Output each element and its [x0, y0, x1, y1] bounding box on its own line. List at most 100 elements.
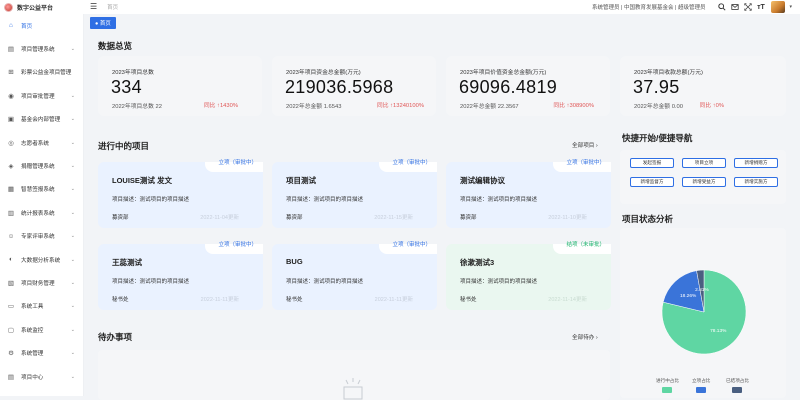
project-card[interactable]: 立项（审批中） LOUISE测试 发文 项目描述：测试项目的项目描述 募资部 2… — [98, 160, 263, 228]
pie-label: 78.13% — [710, 328, 727, 334]
legend-label: 立项占比 — [692, 378, 711, 383]
quick-add-supervisor-button[interactable]: 新增监督方 — [630, 177, 674, 187]
sidebar-item-project-management[interactable]: ▤ 项目管理系统 ⌄ — [0, 37, 83, 60]
tab-home[interactable]: ● 首页 — [90, 16, 116, 29]
quick-add-donor-button[interactable]: 新增捐赠方 — [734, 158, 778, 168]
quick-start-sign-button[interactable]: 发起签报 — [630, 158, 674, 168]
change-value: ↑1430% — [217, 103, 238, 109]
sidebar-item-label: 专家评审系统 — [21, 234, 55, 241]
user-info: 系统管理员 | 中国教育发展基金会 | 超级管理员 — [592, 5, 706, 11]
chart-icon: ▥ — [7, 209, 15, 217]
empty-box-icon — [343, 378, 363, 400]
monitor-icon: ▢ — [7, 326, 15, 334]
project-date: 2022-11-14更新 — [548, 297, 587, 303]
change-prefix: 同比 — [203, 103, 216, 109]
projects-title: 进行中的项目 — [98, 141, 150, 151]
sidebar-item-system[interactable]: ⚙ 系统管理 ⌄ — [0, 341, 83, 364]
hamburger-menu-icon[interactable]: ☰ — [90, 3, 97, 11]
project-desc: 项目描述：测试项目的项目描述 — [112, 279, 190, 285]
all-projects-link[interactable]: 全部项目 › — [572, 141, 598, 149]
sidebar-item-approval[interactable]: ◉ 项目审批管理 ⌄ — [0, 84, 83, 107]
sidebar-item-center[interactable]: ▤ 项目中心 ⌄ — [0, 365, 83, 388]
project-desc: 项目描述：测试项目的项目描述 — [286, 197, 364, 203]
change-prefix: 同比 — [376, 103, 389, 109]
search-icon[interactable] — [717, 3, 726, 12]
project-dept: 秘书处 — [460, 297, 477, 303]
project-date: 2022-11-10更新 — [548, 215, 587, 221]
project-status: 立项（审批中） — [392, 160, 431, 166]
legend-item-closed[interactable]: 已结项占比 — [726, 378, 749, 393]
file-icon: ▤ — [7, 46, 15, 54]
project-status: 立项（审批中） — [218, 242, 257, 248]
breadcrumb[interactable]: 首页 — [107, 3, 118, 11]
fullscreen-icon[interactable] — [743, 3, 752, 12]
project-card[interactable]: 结项（未审批） 徐漱测试3 项目描述：测试项目的项目描述 秘书处 2022-11… — [446, 242, 611, 310]
project-name: BUG — [286, 257, 303, 266]
chevron-down-icon: ⌄ — [70, 233, 75, 240]
project-desc: 项目描述：测试项目的项目描述 — [460, 279, 538, 285]
font-size-icon[interactable]: тT — [756, 3, 765, 12]
legend-item-in-progress[interactable]: 进行中占比 — [656, 378, 679, 393]
chevron-down-icon: ⌄ — [70, 209, 75, 216]
sidebar-item-volunteer[interactable]: ◎ 志愿者系统 ⌄ — [0, 131, 83, 154]
chevron-down-icon: ⌄ — [70, 92, 75, 99]
sidebar-item-label: 志愿者系统 — [21, 140, 49, 147]
status-chart-panel: 78.13% 18.26% 2.81% 进行中占比 立项占比 已结项占比 — [620, 228, 786, 398]
sidebar-item-home[interactable]: ⌂ 首页 — [0, 14, 83, 37]
sidebar-item-label: 统计报表系统 — [21, 210, 55, 217]
sidebar-item-label: 首页 — [21, 23, 33, 30]
stat-label: 2023年项目价值资金总金额(万元) — [460, 70, 547, 76]
quick-title: 快捷开始/便捷导航 — [622, 133, 693, 143]
quick-panel: 发起签报 项目立项 新增捐赠方 新增监督方 新增受益方 新增实施方 — [620, 150, 786, 204]
project-card[interactable]: 立项（审批中） 项目测试 项目描述：测试项目的项目描述 募资部 2022-11-… — [272, 160, 437, 228]
overview-title: 数据总览 — [98, 41, 133, 51]
sidebar-item-donation[interactable]: ◈ 捐赠管理系统 ⌄ — [0, 154, 83, 177]
project-card[interactable]: 立项（审批中） 测试编辑协议 项目描述：测试项目的项目描述 募资部 2022-1… — [446, 160, 611, 228]
sidebar-item-label: 系统管理 — [21, 351, 44, 358]
sidebar-item-finance[interactable]: ▧ 项目财务管理 ⌄ — [0, 271, 83, 294]
legend-label: 已结项占比 — [726, 378, 749, 383]
project-desc: 项目描述：测试项目的项目描述 — [112, 197, 190, 203]
quick-add-implementer-button[interactable]: 新增实施方 — [734, 177, 778, 187]
project-dept: 募资部 — [112, 215, 129, 221]
sidebar-item-foundation[interactable]: ▣ 基金会内部管理 ⌄ — [0, 108, 83, 131]
sidebar-item-monitor[interactable]: ▢ 系统监控 ⌄ — [0, 318, 83, 341]
sidebar-item-lottery[interactable]: ⊞ 彩票公益金项目管理 — [0, 61, 83, 84]
volunteer-icon: ◎ — [8, 139, 14, 147]
sidebar-item-label: 智慧签报系统 — [21, 187, 55, 194]
quick-project-setup-button[interactable]: 项目立项 — [682, 158, 726, 168]
ticket-icon: ⊞ — [8, 69, 14, 77]
quick-add-beneficiary-button[interactable]: 新增受益方 — [682, 177, 726, 187]
all-todo-link[interactable]: 全部待办 › — [572, 333, 598, 341]
avatar[interactable] — [771, 1, 786, 13]
sidebar-item-sign[interactable]: ▦ 智慧签报系统 ⌄ — [0, 178, 83, 201]
project-date: 2022-11-11更新 — [200, 297, 239, 303]
chevron-down-icon: ⌄ — [70, 303, 75, 310]
change-prefix: 同比 — [699, 103, 712, 109]
logo-area: 数字公益平台 — [0, 0, 84, 14]
home-icon: ⌂ — [9, 22, 13, 30]
project-card[interactable]: 立项（审批中） 王蕊测试 项目描述：测试项目的项目描述 秘书处 2022-11-… — [98, 242, 263, 310]
sidebar-item-label: 项目管理系统 — [21, 47, 55, 54]
app-title: 数字公益平台 — [17, 5, 54, 12]
chevron-down-icon[interactable]: ▾ — [789, 4, 792, 10]
tab-label: 首页 — [99, 20, 111, 27]
top-right-actions: 系统管理员 | 中国教育发展基金会 | 超级管理员 тT ▾ — [592, 1, 800, 13]
settings-icon: ⚙ — [8, 350, 14, 358]
project-card[interactable]: 立项（审批中） BUG 项目描述：测试项目的项目描述 秘书处 2022-11-1… — [272, 242, 437, 310]
mail-icon[interactable] — [730, 3, 739, 12]
chevron-down-icon: ⌄ — [70, 350, 75, 357]
expert-icon: ☺ — [7, 232, 15, 240]
sidebar-item-bigdata[interactable]: ◐ 大数据分析系统 ⌄ — [0, 248, 83, 271]
tool-icon: ▭ — [7, 303, 15, 311]
chevron-down-icon: ⌄ — [70, 46, 75, 53]
chevron-down-icon: ⌄ — [70, 139, 75, 146]
legend-item-approved[interactable]: 立项占比 — [692, 378, 710, 393]
pie-label: 2.81% — [695, 287, 709, 293]
chevron-down-icon: ⌄ — [70, 373, 75, 380]
sidebar-item-stats[interactable]: ▥ 统计报表系统 ⌄ — [0, 201, 83, 224]
sidebar-item-expert[interactable]: ☺ 专家评审系统 ⌄ — [0, 225, 83, 248]
stat-change: 同比 ↑1430% — [204, 100, 238, 109]
sidebar-item-tools[interactable]: ▭ 系统工具 ⌄ — [0, 295, 83, 318]
stat-card-fund-total: 2023年项目资金总金额(万元) 219036.5968 2022年总金额 1.… — [272, 56, 436, 116]
